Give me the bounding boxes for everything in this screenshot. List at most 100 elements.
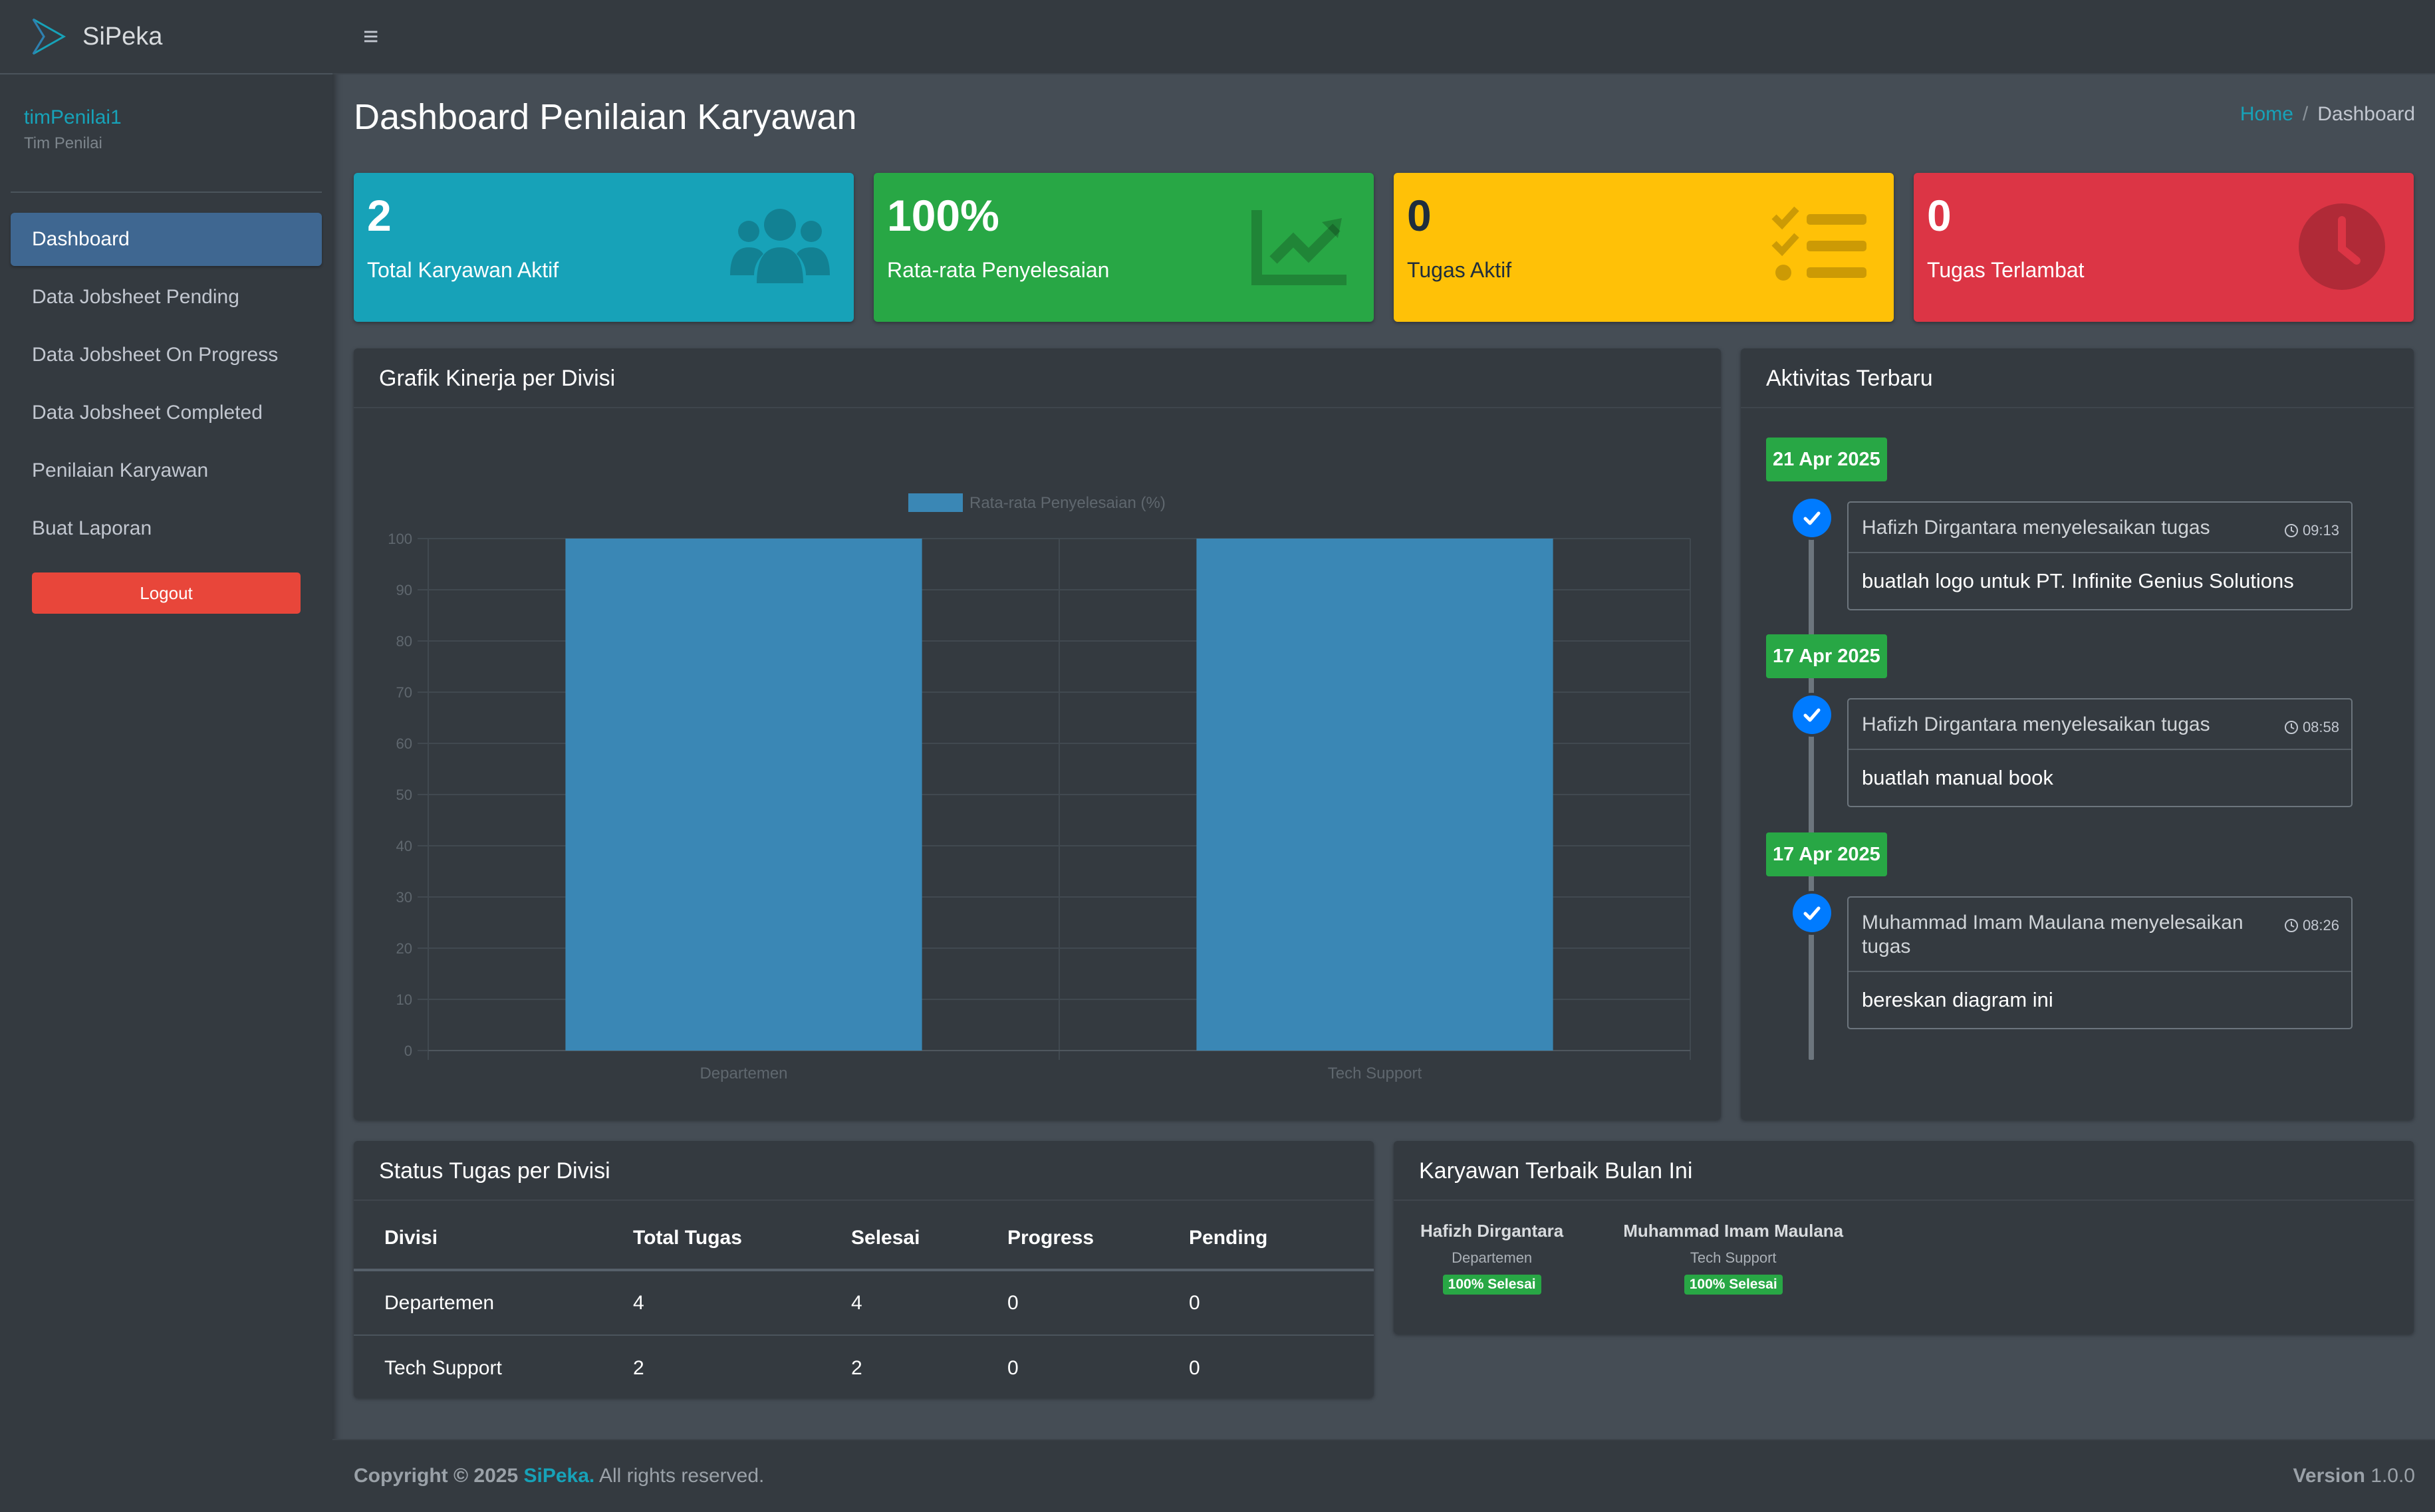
completion-badge: 100% Selesai xyxy=(1684,1275,1783,1295)
timeline-item-title: Muhammad Imam Maulana menyelesaikan tuga… xyxy=(1862,912,2243,957)
status-table-card: Status Tugas per Divisi Divisi Total Tug… xyxy=(354,1141,1374,1400)
y-tick-label: 30 xyxy=(396,889,412,906)
table-cell: 4 xyxy=(602,1269,821,1335)
activity-card: Aktivitas Terbaru 21 Apr 2025 Hafizh Dir… xyxy=(1741,348,2414,1120)
activity-card-title: Aktivitas Terbaru xyxy=(1741,348,2414,408)
breadcrumb-home-link[interactable]: Home xyxy=(2240,103,2293,125)
status-table: Divisi Total Tugas Selesai Progress Pend… xyxy=(354,1207,1374,1400)
employee-division: Tech Support xyxy=(1690,1249,1777,1266)
table-cell: 0 xyxy=(1158,1269,1374,1335)
stat-box-total-karyawan: 2 Total Karyawan Aktif xyxy=(354,173,854,322)
x-tick-label: Departemen xyxy=(700,1065,787,1082)
y-tick-label: 80 xyxy=(396,633,412,650)
sidebar-nav: Dashboard Data Jobsheet Pending Data Job… xyxy=(0,193,332,614)
hamburger-icon[interactable]: ≡ xyxy=(363,22,378,52)
timeline-time-value: 08:26 xyxy=(2302,917,2339,934)
footer-brand-link[interactable]: SiPeka. xyxy=(524,1465,595,1487)
table-cell: Departemen xyxy=(354,1269,602,1335)
timeline-item-header: Hafizh Dirgantara menyelesaikan tugas 08… xyxy=(1849,699,2351,750)
logout-button[interactable]: Logout xyxy=(32,572,301,614)
brand-logo-icon xyxy=(32,18,66,55)
sidebar-item-penilaian-karyawan[interactable]: Penilaian Karyawan xyxy=(11,444,322,497)
timeline-date-label: 17 Apr 2025 xyxy=(1766,634,1887,678)
employee-name: Muhammad Imam Maulana xyxy=(1623,1221,1844,1241)
stat-box-tugas-terlambat: 0 Tugas Terlambat xyxy=(1914,173,2414,322)
stat-value: 100% xyxy=(887,191,999,240)
sidebar-item-dashboard[interactable]: Dashboard xyxy=(11,213,322,266)
page-title: Dashboard Penilaian Karyawan xyxy=(354,97,857,137)
table-header-row: Divisi Total Tugas Selesai Progress Pend… xyxy=(354,1207,1374,1271)
timeline-time: 09:13 xyxy=(2284,519,2339,543)
check-circle-icon xyxy=(1793,894,1831,932)
timeline-date-label: 21 Apr 2025 xyxy=(1766,438,1887,481)
check-circle-icon xyxy=(1793,499,1831,537)
timeline-item-title: Hafizh Dirgantara menyelesaikan tugas xyxy=(1862,713,2210,735)
y-tick-label: 70 xyxy=(396,684,412,701)
user-role: Tim Penilai xyxy=(24,134,102,152)
version-label: Version xyxy=(2293,1465,2365,1487)
bar-departemen xyxy=(565,539,922,1051)
timeline-time-value: 09:13 xyxy=(2302,522,2339,539)
stat-label: Rata-rata Penyelesaian xyxy=(887,258,1110,282)
timeline-item: Hafizh Dirgantara menyelesaikan tugas 09… xyxy=(1847,501,2353,610)
stat-value: 2 xyxy=(367,191,392,240)
footer-version: Version 1.0.0 xyxy=(2293,1465,2415,1487)
legend-swatch xyxy=(908,493,963,512)
check-circle-icon xyxy=(1793,695,1831,734)
stat-label: Tugas Terlambat xyxy=(1927,258,2085,282)
bar-tech-support xyxy=(1196,539,1553,1051)
column-header: Pending xyxy=(1158,1207,1374,1271)
copyright-text: Copyright © 2025 xyxy=(354,1465,519,1487)
table-cell: 0 xyxy=(1158,1334,1374,1400)
rights-text: All rights reserved. xyxy=(598,1465,765,1487)
y-tick-label: 20 xyxy=(396,940,412,957)
timeline-time: 08:58 xyxy=(2284,715,2339,739)
y-tick-label: 0 xyxy=(404,1043,412,1059)
brand-name: SiPeka xyxy=(82,22,163,51)
stat-value: 0 xyxy=(1927,191,1952,240)
timeline-item: Hafizh Dirgantara menyelesaikan tugas 08… xyxy=(1847,698,2353,807)
stat-box-tugas-aktif: 0 Tugas Aktif xyxy=(1394,173,1894,322)
timeline-item-body: buatlah logo untuk PT. Infinite Genius S… xyxy=(1862,569,2294,592)
employee-name: Hafizh Dirgantara xyxy=(1420,1221,1564,1241)
best-employees-title: Karyawan Terbaik Bulan Ini xyxy=(1394,1141,2414,1201)
chart-line-icon xyxy=(1251,210,1346,285)
table-cell: 0 xyxy=(977,1269,1158,1335)
footer-copyright: Copyright © 2025 SiPeka. All rights rese… xyxy=(354,1465,764,1487)
chart-card: Grafik Kinerja per Divisi 0 10 20 30 40 50 60 7… xyxy=(354,348,1721,1120)
column-header: Progress xyxy=(977,1207,1158,1271)
bar-chart: 0 10 20 30 40 50 60 70 80 90 100 Departemen Tech Sup… xyxy=(388,493,1691,1082)
sidebar-item-buat-laporan[interactable]: Buat Laporan xyxy=(11,502,322,555)
best-employee-item: Hafizh Dirgantara Departemen 100% Selesa… xyxy=(1420,1221,1563,1295)
y-tick-label: 10 xyxy=(396,991,412,1008)
stat-value: 0 xyxy=(1407,191,1432,240)
footer: Copyright © 2025 SiPeka. All rights rese… xyxy=(332,1439,2435,1512)
sidebar-item-jobsheet-completed[interactable]: Data Jobsheet Completed xyxy=(11,386,322,440)
y-tick-label: 40 xyxy=(396,838,412,854)
users-icon xyxy=(730,209,830,283)
status-table-title: Status Tugas per Divisi xyxy=(354,1141,1374,1201)
sidebar-item-jobsheet-pending[interactable]: Data Jobsheet Pending xyxy=(11,271,322,324)
timeline-item-title: Hafizh Dirgantara menyelesaikan tugas xyxy=(1862,517,2210,539)
table-cell: 4 xyxy=(821,1269,977,1335)
brand-link[interactable]: SiPeka xyxy=(0,0,332,74)
timeline-line xyxy=(1809,508,1814,1060)
best-employees-card: Karyawan Terbaik Bulan Ini Hafizh Dirgan… xyxy=(1394,1141,2414,1334)
y-tick-label: 100 xyxy=(388,531,412,547)
clock-icon xyxy=(2284,524,2298,537)
column-header: Total Tugas xyxy=(602,1207,821,1271)
version-number: 1.0.0 xyxy=(2371,1465,2415,1487)
column-header: Selesai xyxy=(821,1207,977,1271)
stat-box-rata-rata-penyelesaian: 100% Rata-rata Penyelesaian xyxy=(874,173,1374,322)
timeline-item-body: buatlah manual book xyxy=(1862,766,2053,789)
breadcrumb-current: Dashboard xyxy=(2317,103,2415,125)
timeline-item-header: Muhammad Imam Maulana menyelesaikan tuga… xyxy=(1849,898,2351,972)
best-employees-list: Hafizh Dirgantara Departemen 100% Selesa… xyxy=(1394,1201,2414,1295)
timeline-item: Muhammad Imam Maulana menyelesaikan tuga… xyxy=(1847,896,2353,1029)
y-tick-label: 60 xyxy=(396,735,412,752)
clock-icon xyxy=(2284,721,2298,734)
y-tick-label: 90 xyxy=(396,582,412,598)
timeline-item-body: bereskan diagram ini xyxy=(1862,988,2053,1011)
sidebar-item-jobsheet-on-progress[interactable]: Data Jobsheet On Progress xyxy=(11,328,322,382)
user-name-link[interactable]: timPenilai1 xyxy=(24,106,298,129)
